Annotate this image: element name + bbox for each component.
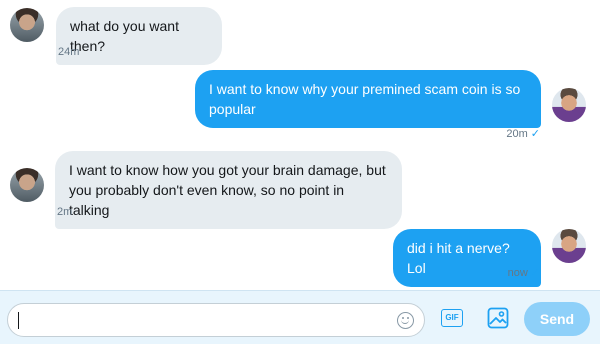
message-thread: what do you want then? 24m I want to kno… [0, 0, 600, 290]
message-timestamp: now ✓ [490, 266, 540, 279]
text-caret [18, 312, 19, 329]
message-input[interactable] [7, 303, 425, 337]
message-timestamp: 24m [58, 46, 79, 58]
sender-avatar[interactable] [10, 8, 44, 42]
user-avatar[interactable] [552, 88, 586, 122]
message-timestamp: 20m ✓ [490, 127, 540, 140]
timestamp-text: 20m [506, 128, 528, 140]
message-bubble: what do you want then? [56, 7, 222, 65]
image-icon[interactable] [487, 307, 509, 329]
message-composer [0, 290, 600, 344]
message-bubble: I want to know how you got your brain da… [55, 151, 402, 229]
message-timestamp: 2m [57, 206, 72, 218]
emoji-icon[interactable] [397, 312, 414, 329]
timestamp-text: 2m [57, 206, 73, 218]
timestamp-text: 24m [58, 46, 80, 58]
timestamp-text: now [507, 267, 528, 279]
gif-button[interactable]: GIF [441, 309, 463, 327]
sent-check-icon: ✓ [530, 128, 540, 140]
send-button[interactable]: Send [524, 302, 590, 336]
sent-check-icon: ✓ [530, 267, 540, 279]
message-bubble: I want to know why your premined scam co… [195, 70, 541, 128]
sender-avatar[interactable] [10, 168, 44, 202]
user-avatar[interactable] [552, 229, 586, 263]
